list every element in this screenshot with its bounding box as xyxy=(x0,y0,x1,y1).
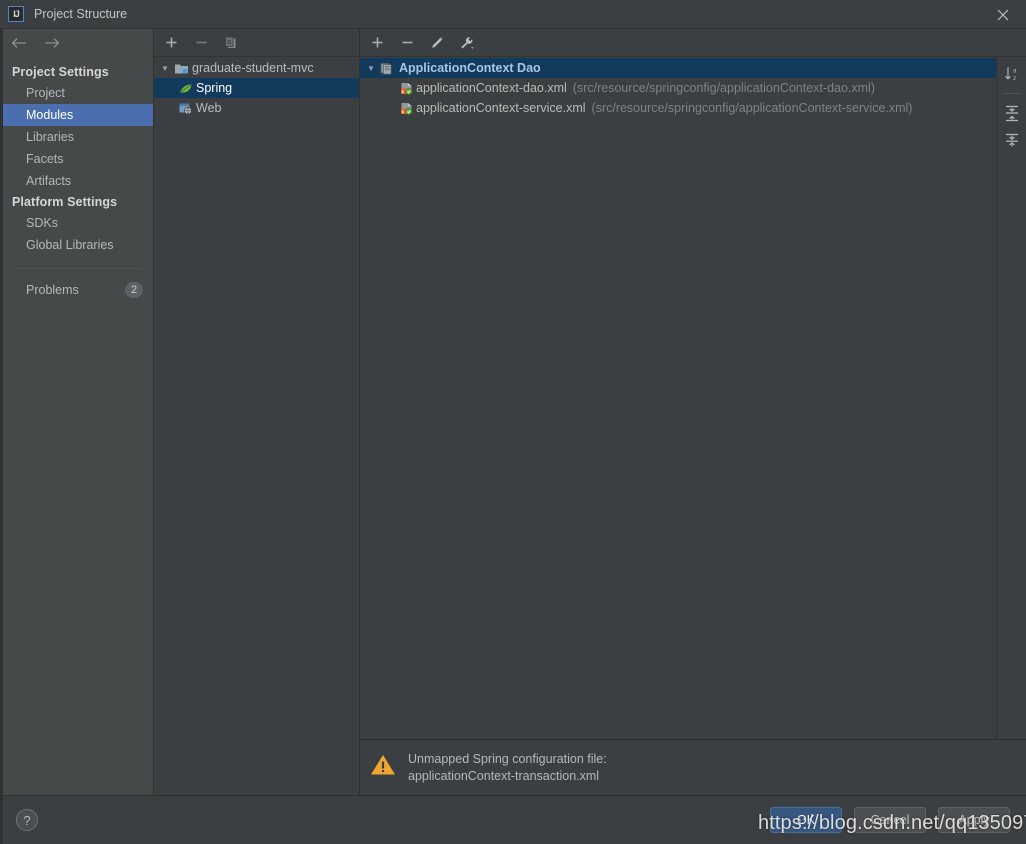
close-icon[interactable] xyxy=(980,0,1026,29)
sidebar-item-project[interactable]: Project xyxy=(0,82,153,104)
sidebar-item-global-libraries[interactable]: Global Libraries xyxy=(0,234,153,256)
fileset-icon xyxy=(378,62,396,75)
ok-button[interactable]: OK xyxy=(770,807,842,833)
spring-leaf-icon xyxy=(176,82,194,95)
module-folder-icon xyxy=(172,62,190,75)
sidebar-navigation xyxy=(0,29,153,57)
dialog-buttons: OK Cancel Apply xyxy=(770,807,1010,833)
warning-line-2: applicationContext-transaction.xml xyxy=(408,768,600,783)
expand-all-icon[interactable] xyxy=(1001,102,1023,124)
chevron-down-icon[interactable]: ▼ xyxy=(364,64,378,73)
settings-list: Project Settings Project Modules Librari… xyxy=(0,57,153,301)
sidebar-divider xyxy=(14,268,143,269)
fileset-file-row[interactable]: applicationContext-dao.xml (src/resource… xyxy=(360,78,996,98)
plus-icon[interactable] xyxy=(162,34,180,52)
fileset-group-label: ApplicationContext Dao xyxy=(399,61,541,75)
fileset-side-toolbar: a z xyxy=(996,57,1026,739)
web-facet-icon xyxy=(176,102,194,115)
sidebar-group-project-settings: Project Settings xyxy=(12,65,109,79)
tree-row-label: Spring xyxy=(196,81,233,95)
minus-icon[interactable] xyxy=(398,34,416,52)
warning-line-1: Unmapped Spring configuration file: xyxy=(408,751,607,766)
title-bar: IJ Project Structure xyxy=(0,0,1026,29)
modules-pane: ▼ graduate-student-mvc Spring Web xyxy=(154,29,360,795)
warning-message: Unmapped Spring configuration file: appl… xyxy=(408,751,607,785)
sidebar-item-facets[interactable]: Facets xyxy=(0,148,153,170)
arrow-left-icon[interactable] xyxy=(8,33,30,53)
plus-icon[interactable] xyxy=(368,34,386,52)
fileset-toolbar xyxy=(360,29,1026,57)
svg-text:a: a xyxy=(1013,68,1017,75)
rail-divider xyxy=(1001,93,1022,94)
collapse-all-icon[interactable] xyxy=(1001,130,1023,152)
sidebar-item-problems[interactable]: Problems 2 xyxy=(0,279,153,301)
facet-detail-pane: ▼ ApplicationContext Dao applicationCont… xyxy=(360,29,1026,795)
warning-triangle-icon xyxy=(370,753,396,782)
arrow-right-icon[interactable] xyxy=(40,33,62,53)
cancel-button[interactable]: Cancel xyxy=(854,807,926,833)
fileset-file-path: (src/resource/springconfig/applicationCo… xyxy=(572,81,875,95)
tree-row[interactable]: Spring xyxy=(154,78,359,98)
tree-row-label: graduate-student-mvc xyxy=(192,61,314,75)
minus-icon[interactable] xyxy=(192,34,210,52)
sidebar-item-artifacts[interactable]: Artifacts xyxy=(0,170,153,192)
fileset-list[interactable]: ▼ ApplicationContext Dao applicationCont… xyxy=(360,57,996,739)
tree-row-label: Web xyxy=(196,101,222,115)
copy-icon[interactable] xyxy=(222,34,240,52)
sidebar-item-problems-label: Problems xyxy=(26,283,79,297)
window-title: Project Structure xyxy=(34,7,128,21)
pencil-icon[interactable] xyxy=(428,34,446,52)
problems-count-badge: 2 xyxy=(125,282,143,298)
fileset-file-path: (src/resource/springconfig/applicationCo… xyxy=(591,101,913,115)
spring-bean-xml-icon xyxy=(398,102,416,115)
dialog-footer: ? OK Cancel Apply xyxy=(0,795,1026,844)
fileset-file-name: applicationContext-service.xml xyxy=(416,101,586,115)
fileset-main: ▼ ApplicationContext Dao applicationCont… xyxy=(360,57,1026,739)
fileset-file-row[interactable]: applicationContext-service.xml (src/reso… xyxy=(360,98,996,118)
window-left-edge xyxy=(0,29,3,844)
fileset-file-name: applicationContext-dao.xml xyxy=(416,81,567,95)
chevron-down-icon[interactable]: ▼ xyxy=(158,64,172,73)
intellij-logo-icon: IJ xyxy=(8,6,24,22)
svg-text:z: z xyxy=(1013,75,1016,82)
tree-row[interactable]: Web xyxy=(154,98,359,118)
dialog-body: Project Settings Project Modules Librari… xyxy=(0,29,1026,795)
fileset-group-row[interactable]: ▼ ApplicationContext Dao xyxy=(360,58,996,78)
help-button[interactable]: ? xyxy=(16,809,38,831)
project-structure-dialog: IJ Project Structure Project Settings Pr… xyxy=(0,0,1026,844)
warning-bar: Unmapped Spring configuration file: appl… xyxy=(360,739,1026,795)
sidebar-item-sdks[interactable]: SDKs xyxy=(0,212,153,234)
sidebar-item-modules[interactable]: Modules xyxy=(0,104,153,126)
modules-toolbar xyxy=(154,29,359,57)
apply-button[interactable]: Apply xyxy=(938,807,1010,833)
wrench-dropdown-icon[interactable] xyxy=(458,34,476,52)
spring-bean-xml-icon xyxy=(398,82,416,95)
modules-tree[interactable]: ▼ graduate-student-mvc Spring Web xyxy=(154,57,359,795)
settings-sidebar: Project Settings Project Modules Librari… xyxy=(0,29,154,795)
tree-row[interactable]: ▼ graduate-student-mvc xyxy=(154,58,359,78)
sidebar-group-platform-settings: Platform Settings xyxy=(12,195,118,209)
sidebar-item-libraries[interactable]: Libraries xyxy=(0,126,153,148)
sort-az-icon[interactable]: a z xyxy=(1001,63,1023,85)
